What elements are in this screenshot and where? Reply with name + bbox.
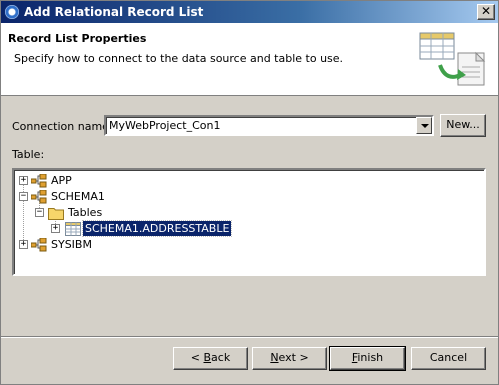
record-list-wizard-icon [419, 32, 486, 86]
page-description: Specify how to connect to the data sourc… [14, 52, 344, 65]
cancel-button[interactable]: Cancel [411, 347, 486, 370]
finish-label-rest: inish [357, 351, 384, 364]
tree-node-label: SCHEMA1.ADDRESSTABLE [81, 220, 233, 237]
app-icon [4, 4, 20, 20]
tree-node-label: SCHEMA1 [51, 190, 105, 203]
next-button[interactable]: Next > [252, 347, 327, 370]
close-button[interactable]: ✕ [477, 4, 495, 20]
dialog-window: Add Relational Record List ✕ Record List… [0, 0, 499, 385]
schema-icon [31, 174, 47, 188]
tree-node-addresstable[interactable]: + SCHEMA1.ADDRESSTABLE [50, 220, 270, 237]
chevron-down-icon[interactable] [416, 117, 432, 134]
tree-node-app[interactable]: + APP [18, 173, 218, 189]
next-mnemonic: N [270, 351, 279, 364]
tree-node-schema1[interactable]: − SCHEMA1 [18, 189, 218, 205]
schema-icon [31, 238, 47, 252]
tree-node-label: APP [51, 174, 72, 187]
connection-name-label: Connection name: [12, 120, 113, 133]
tree-node-label: Tables [68, 206, 103, 219]
page-title: Record List Properties [8, 32, 147, 45]
back-prefix: < [190, 351, 204, 364]
schema-icon [31, 190, 47, 204]
collapse-icon[interactable]: − [19, 192, 28, 201]
folder-icon [48, 208, 64, 220]
finish-button[interactable]: Finish [329, 346, 406, 371]
window-title: Add Relational Record List [24, 5, 204, 19]
back-button[interactable]: < Back [173, 347, 248, 370]
tree-node-tables[interactable]: − Tables [34, 205, 234, 221]
back-mnemonic: B [203, 351, 212, 364]
button-bar-separator [1, 336, 498, 338]
table-tree[interactable]: + APP − SCHEMA1 − Tables + SCHEMA1.ADDRE… [12, 168, 486, 276]
wizard-banner: Record List Properties Specify how to co… [1, 23, 498, 96]
tree-node-label: SYSIBM [51, 238, 92, 251]
table-label: Table: [12, 148, 45, 161]
back-label-rest: ack [211, 351, 231, 364]
connection-name-value: MyWebProject_Con1 [109, 119, 221, 132]
next-label-rest: ext > [278, 351, 309, 364]
tree-node-sysibm[interactable]: + SYSIBM [18, 237, 218, 253]
expand-icon[interactable]: + [19, 240, 28, 249]
expand-icon[interactable]: + [51, 224, 60, 233]
new-connection-button[interactable]: New... [440, 114, 486, 137]
connection-name-dropdown[interactable]: MyWebProject_Con1 [104, 115, 434, 136]
expand-icon[interactable]: + [19, 176, 28, 185]
title-bar[interactable]: Add Relational Record List ✕ [1, 1, 498, 23]
collapse-icon[interactable]: − [35, 208, 44, 217]
table-icon [65, 222, 81, 236]
